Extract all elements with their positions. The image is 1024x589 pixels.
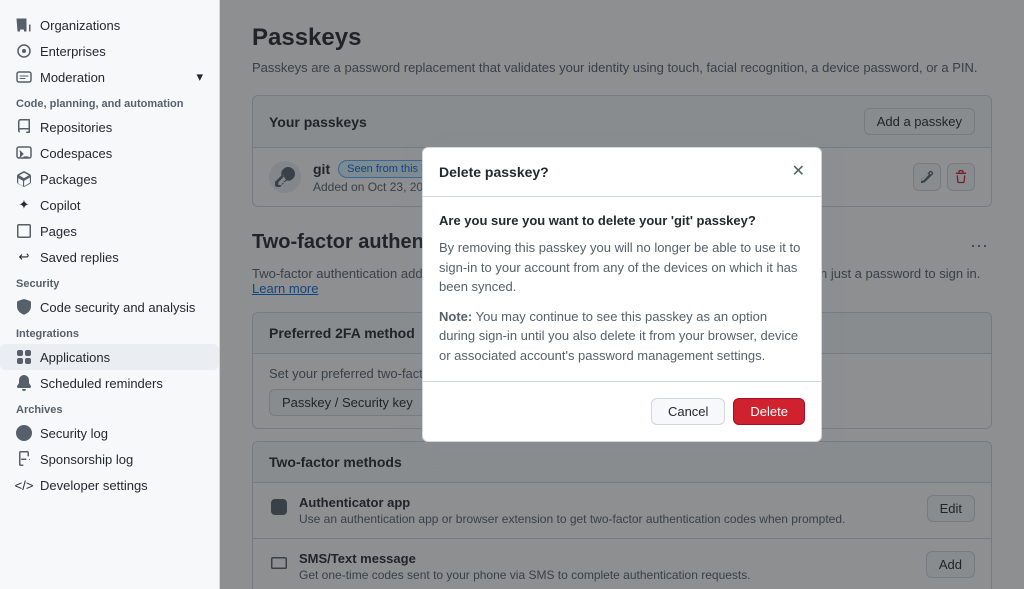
app-layout: Organizations Enterprises Moderation ▾ C… <box>0 0 1024 589</box>
sidebar-item-packages[interactable]: Packages <box>0 166 219 192</box>
sidebar-item-label: Sponsorship log <box>40 452 133 467</box>
sidebar-item-label: Pages <box>40 224 77 239</box>
modal-note: Note: You may continue to see this passk… <box>439 307 805 366</box>
codespace-icon <box>16 145 32 161</box>
modal-delete-button[interactable]: Delete <box>733 398 805 425</box>
delete-passkey-modal: Delete passkey? ✕ Are you sure you want … <box>422 147 822 442</box>
sidebar-section-label: Archives <box>0 396 219 420</box>
dev-icon: </> <box>16 477 32 493</box>
sidebar-section: Integrations Applications Scheduled remi… <box>0 320 219 396</box>
sidebar-section-label: Integrations <box>0 320 219 344</box>
package-icon <box>16 171 32 187</box>
sidebar-item-label: Copilot <box>40 198 80 213</box>
sidebar-item-security-log[interactable]: Security log <box>0 420 219 446</box>
sidebar-section-label: Code, planning, and automation <box>0 90 219 114</box>
log-icon <box>16 425 32 441</box>
shield-icon <box>16 299 32 315</box>
sidebar-item-label: Codespaces <box>40 146 112 161</box>
saved-icon: ↩ <box>16 249 32 265</box>
modal-footer: Cancel Delete <box>423 381 821 441</box>
sidebar-item-label: Scheduled reminders <box>40 376 163 391</box>
sidebar-item-scheduled-reminders[interactable]: Scheduled reminders <box>0 370 219 396</box>
sidebar-section: Security Code security and analysis <box>0 270 219 320</box>
log-icon2 <box>16 451 32 467</box>
sidebar-section: Organizations Enterprises Moderation ▾ <box>0 12 219 90</box>
sidebar-item-codespaces[interactable]: Codespaces <box>0 140 219 166</box>
modal-title: Delete passkey? <box>439 164 549 180</box>
sidebar-item-label: Moderation <box>40 70 105 85</box>
sidebar-section-label: Security <box>0 270 219 294</box>
modal-close-button[interactable]: ✕ <box>792 164 805 180</box>
org-icon <box>16 17 32 33</box>
reminder-icon <box>16 375 32 391</box>
sidebar-item-label: Code security and analysis <box>40 300 195 315</box>
sidebar-item-saved-replies[interactable]: ↩ Saved replies <box>0 244 219 270</box>
chevron-down-icon: ▾ <box>196 69 203 85</box>
sidebar-item-label: Developer settings <box>40 478 148 493</box>
modal-overlay: Delete passkey? ✕ Are you sure you want … <box>220 0 1024 589</box>
sidebar-item-organizations[interactable]: Organizations <box>0 12 219 38</box>
copilot-icon: ✦ <box>16 197 32 213</box>
sidebar-section: Code, planning, and automation Repositor… <box>0 90 219 270</box>
sidebar-item-copilot[interactable]: ✦ Copilot <box>0 192 219 218</box>
main-content: Passkeys Passkeys are a password replace… <box>220 0 1024 589</box>
pages-icon <box>16 223 32 239</box>
sidebar-item-sponsorship-log[interactable]: Sponsorship log <box>0 446 219 472</box>
sidebar-item-label: Packages <box>40 172 97 187</box>
repo-icon <box>16 119 32 135</box>
sidebar-item-moderation[interactable]: Moderation ▾ <box>0 64 219 90</box>
sidebar-item-developer-settings[interactable]: </> Developer settings <box>0 472 219 498</box>
enterprise-icon <box>16 43 32 59</box>
sidebar-item-label: Repositories <box>40 120 112 135</box>
sidebar-item-label: Saved replies <box>40 250 119 265</box>
sidebar-item-label: Security log <box>40 426 108 441</box>
sidebar-item-applications[interactable]: Applications <box>0 344 219 370</box>
sidebar-item-repositories[interactable]: Repositories <box>0 114 219 140</box>
sidebar-item-label: Applications <box>40 350 110 365</box>
moderation-icon <box>16 69 32 85</box>
sidebar-section: </> Developer settings <box>0 472 219 498</box>
sidebar-item-label: Enterprises <box>40 44 106 59</box>
sidebar-item-code-security[interactable]: Code security and analysis <box>0 294 219 320</box>
modal-body-text: By removing this passkey you will no lon… <box>439 238 805 297</box>
modal-cancel-button[interactable]: Cancel <box>651 398 725 425</box>
modal-header: Delete passkey? ✕ <box>423 148 821 197</box>
sidebar-item-enterprises[interactable]: Enterprises <box>0 38 219 64</box>
sidebar-section: Archives Security log Sponsorship log <box>0 396 219 472</box>
modal-body: Are you sure you want to delete your 'gi… <box>423 197 821 381</box>
sidebar-item-label: Organizations <box>40 18 120 33</box>
modal-subtitle: Are you sure you want to delete your 'gi… <box>439 213 805 228</box>
app-icon <box>16 349 32 365</box>
sidebar-item-pages[interactable]: Pages <box>0 218 219 244</box>
sidebar: Organizations Enterprises Moderation ▾ C… <box>0 0 220 589</box>
